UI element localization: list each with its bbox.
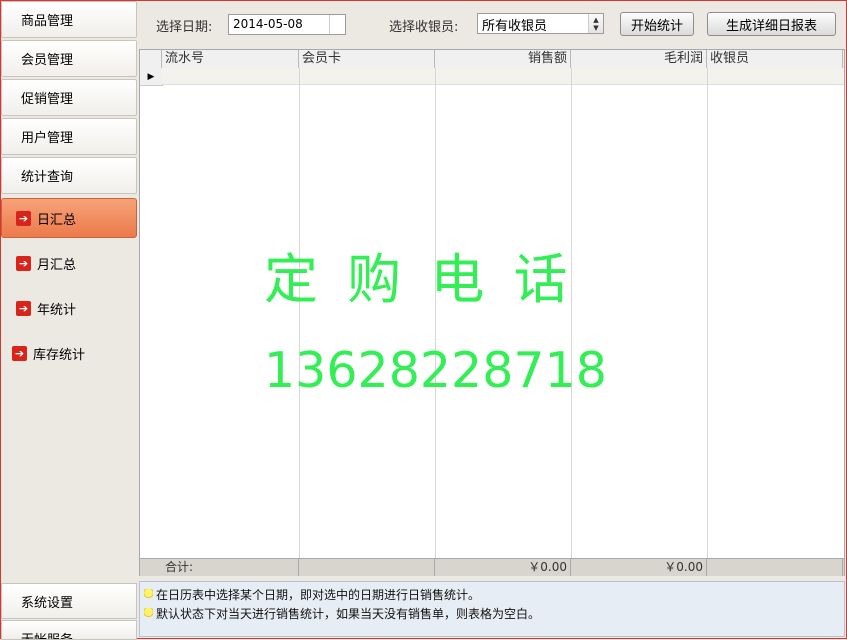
arrow-right-icon: ➔ (16, 210, 31, 226)
sub-item-label: 库存统计 (33, 347, 86, 363)
grid-footer: 合计: ￥0.00 ￥0.00 (140, 558, 844, 576)
footer-profit-total: ￥0.00 (571, 559, 707, 576)
arrow-right-icon: ➔ (16, 300, 31, 316)
footer-sales-total: ￥0.00 (435, 559, 571, 576)
nav-user-management[interactable]: 用户管理 (1, 118, 137, 155)
tip-line: 默认状态下对当天进行销售统计，如果当天没有销售单，则表格为空白。 (144, 605, 540, 622)
arrow-right-icon: ➔ (12, 345, 27, 361)
cashier-selected: 所有收银员 (482, 19, 548, 34)
nav-product-management[interactable]: 商品管理 (1, 1, 137, 38)
tip-text: 默认状态下对当天进行销售统计，如果当天没有销售单，则表格为空白。 (156, 607, 541, 621)
row-indicator-icon: ▶ (140, 68, 163, 86)
nav-label: 无帐服务 (21, 629, 73, 639)
nav-service[interactable]: 无帐服务 (1, 620, 137, 640)
nav-label: 统计查询 (21, 170, 74, 185)
sub-item-label: 月汇总 (37, 257, 77, 273)
nav-label: 促销管理 (21, 92, 74, 107)
date-dropdown-button[interactable] (329, 15, 346, 34)
overlay-order-phone-text: 定 购 电 话 (264, 248, 574, 311)
column-header-serial[interactable]: 流水号 (162, 50, 299, 68)
table-row[interactable] (162, 68, 844, 85)
generate-daily-report-button[interactable]: 生成详细日报表 (707, 12, 836, 36)
sidebar-item-monthly-summary[interactable]: ➔ 月汇总 (1, 243, 137, 283)
sidebar: 商品管理 会员管理 促销管理 用户管理 统计查询 ➔ 日汇总 ➔ 月汇总 ➔ 年… (1, 1, 137, 640)
grid-header: 流水号 会员卡 销售额 毛利润 收银员 (140, 50, 844, 69)
footer-cell (299, 559, 435, 576)
nav-promotion-management[interactable]: 促销管理 (1, 79, 137, 116)
date-label: 选择日期: (156, 20, 213, 35)
sales-grid[interactable]: 流水号 会员卡 销售额 毛利润 收银员 ▶ 定 购 电 话 1362822871… (139, 49, 845, 576)
header-corner (140, 50, 162, 68)
nav-label: 商品管理 (21, 14, 74, 29)
tips-panel: 在日历表中选择某个日期，即对选中的日期进行日销售统计。 默认状态下对当天进行销售… (139, 581, 845, 637)
sub-item-label: 年统计 (37, 302, 77, 318)
sub-item-label: 日汇总 (37, 212, 77, 228)
tip-line: 在日历表中选择某个日期，即对选中的日期进行日销售统计。 (144, 586, 480, 603)
nav-system-settings[interactable]: 系统设置 (1, 583, 137, 619)
button-label: 生成详细日报表 (725, 18, 817, 34)
cashier-label: 选择收银员: (389, 20, 459, 35)
lightbulb-icon (144, 589, 153, 600)
column-header-sales[interactable]: 销售额 (435, 50, 571, 68)
button-label: 开始统计 (630, 18, 683, 34)
start-stats-button[interactable]: 开始统计 (620, 12, 694, 36)
lightbulb-icon (144, 608, 153, 619)
toolbar: 选择日期: 2014-05-08 选择收银员: 所有收银员 ▲ ▼ 开始统计 生成… (139, 1, 845, 48)
column-header-member-card[interactable]: 会员卡 (299, 50, 435, 68)
nav-label: 会员管理 (21, 53, 74, 68)
column-header-profit[interactable]: 毛利润 (571, 50, 707, 68)
cashier-select[interactable]: 所有收银员 ▲ ▼ (477, 13, 604, 34)
date-value: 2014-05-08 (233, 17, 303, 31)
nav-label: 用户管理 (21, 131, 74, 146)
nav-label: 系统设置 (21, 595, 74, 611)
column-divider (707, 68, 708, 558)
tip-text: 在日历表中选择某个日期，即对选中的日期进行日销售统计。 (156, 588, 481, 602)
sidebar-item-inventory-stats[interactable]: ➔ 库存统计 (1, 333, 137, 373)
footer-total-label: 合计: (162, 559, 299, 576)
nav-statistics-query[interactable]: 统计查询 (1, 157, 137, 194)
nav-member-management[interactable]: 会员管理 (1, 40, 137, 77)
column-header-cashier[interactable]: 收银员 (707, 50, 843, 68)
spinner-arrows-icon[interactable]: ▲ ▼ (588, 14, 603, 33)
footer-cell (707, 559, 843, 576)
arrow-right-icon: ➔ (16, 255, 31, 271)
sidebar-item-yearly-stats[interactable]: ➔ 年统计 (1, 288, 137, 328)
sidebar-item-daily-summary[interactable]: ➔ 日汇总 (1, 198, 137, 238)
overlay-phone-number: 13628228718 (264, 342, 607, 399)
